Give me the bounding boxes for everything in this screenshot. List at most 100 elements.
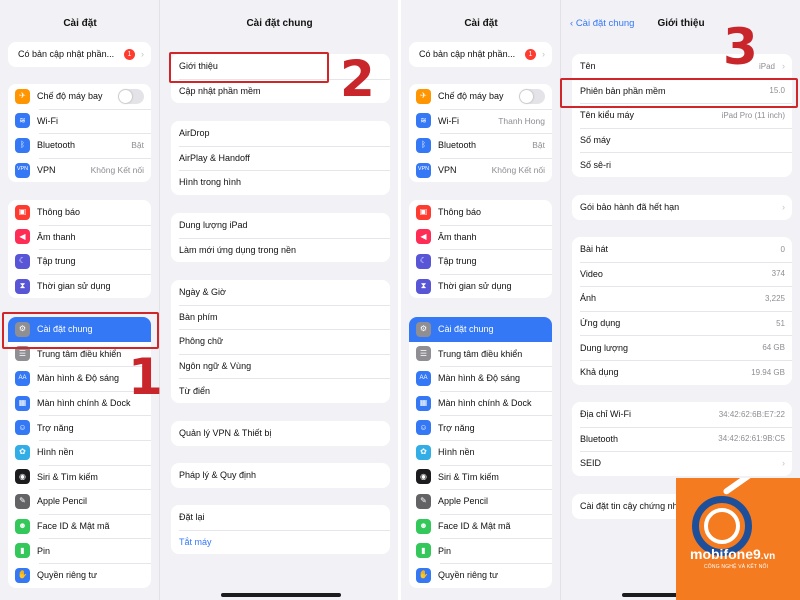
battery-icon: ▮ — [15, 543, 30, 559]
row-label: Từ điển — [179, 385, 211, 396]
row-label: Tắt máy — [179, 536, 212, 547]
sidebar-item-screen-time[interactable]: ⧗ Thời gian sử dụng — [409, 273, 552, 299]
sidebar-item-label: Thông báo — [37, 207, 81, 218]
airdrop-row[interactable]: AirDrop — [171, 121, 390, 146]
face-id-icon: ☻ — [15, 518, 30, 534]
sidebar-item-face-id[interactable]: ☻ Face ID & Mật mã — [8, 513, 151, 539]
network-row-bluetooth: Bluetooth 34:42:62:61:9B:C5 — [572, 426, 792, 452]
sidebar-item-accessibility[interactable]: ☺ Trợ năng — [8, 415, 151, 440]
update-badge: 1 — [124, 48, 135, 60]
wifi-icon: ≋ — [416, 113, 431, 129]
stats-row-songs: Bài hát 0 — [572, 237, 792, 262]
step-number-1: 1 — [128, 348, 163, 406]
sidebar-item-label: Hình nền — [438, 447, 475, 458]
storage-group: Dung lượng iPad Làm mới ứng dụng trong n… — [171, 213, 390, 263]
sidebar-item-apple-pencil[interactable]: ✎ Apple Pencil — [8, 489, 151, 514]
airplane-mode-toggle[interactable] — [118, 88, 144, 104]
network-row-seid[interactable]: SEID › — [572, 451, 792, 476]
vpn-status: Không Kết nối — [90, 165, 144, 176]
sidebar-item-screen-time[interactable]: ⧗ Thời gian sử dụng — [8, 273, 151, 299]
connectivity-group: ✈ Chế độ máy bay ≋ Wi-Fi Thanh Hong ᛒ Bl… — [409, 84, 552, 183]
privacy-icon: ✋ — [15, 567, 30, 583]
notifications-icon: ▣ — [15, 204, 30, 220]
sidebar-item-label: Chế độ máy bay — [438, 91, 504, 102]
sidebar-item-siri[interactable]: ◉ Siri & Tìm kiếm — [409, 464, 552, 490]
sidebar-item-label: Âm thanh — [438, 231, 477, 242]
picture-in-picture-row[interactable]: Hình trong hình — [171, 170, 390, 195]
sidebar-item-privacy[interactable]: ✋ Quyền riêng tư — [409, 562, 552, 588]
ipad-storage-row[interactable]: Dung lượng iPad — [171, 213, 390, 238]
reset-row[interactable]: Đặt lại — [171, 505, 390, 530]
software-update-banner[interactable]: Có bản cập nhật phần... 1 › — [8, 42, 151, 67]
airplay-handoff-row[interactable]: AirPlay & Handoff — [171, 145, 390, 171]
sidebar-item-sounds[interactable]: ◀ Âm thanh — [8, 224, 151, 250]
sidebar-item-focus[interactable]: ☾ Tập trung — [409, 249, 552, 274]
legal-regulatory-row[interactable]: Pháp lý & Quy định — [171, 463, 390, 488]
sidebar-item-wifi[interactable]: ≋ Wi-Fi — [8, 108, 151, 134]
sidebar-item-wifi[interactable]: ≋ Wi-Fi Thanh Hong — [409, 108, 552, 134]
date-time-row[interactable]: Ngày & Giờ — [171, 280, 390, 305]
sidebar-item-general[interactable]: ⚙ Cài đặt chung — [8, 317, 151, 342]
battery-icon: ▮ — [416, 543, 431, 559]
sidebar-item-privacy[interactable]: ✋ Quyền riêng tư — [8, 562, 151, 588]
row-value: 51 — [776, 318, 785, 328]
sidebar-item-label: Pin — [438, 545, 452, 556]
sidebar-item-control-center[interactable]: ☰ Trung tâm điều khiển — [409, 342, 552, 367]
shut-down-row[interactable]: Tắt máy — [171, 529, 390, 555]
bluetooth-status: Bật — [532, 140, 545, 151]
airplane-mode-toggle[interactable] — [519, 88, 545, 104]
sidebar-item-label: Bluetooth — [438, 140, 477, 151]
siri-icon: ◉ — [15, 469, 30, 485]
row-value: 34:42:62:61:9B:C5 — [718, 434, 785, 444]
sidebar-item-label: Cài đặt chung — [37, 324, 93, 335]
locale-group: Ngày & Giờ Bàn phím Phông chữ Ngôn ngữ &… — [171, 280, 390, 403]
sidebar-item-bluetooth[interactable]: ᛒ Bluetooth Bật — [409, 133, 552, 158]
left-screenshot: Cài đặt Có bản cập nhật phần... 1 › ✈ Ch… — [0, 0, 398, 600]
info-row-name[interactable]: Tên iPad › — [572, 54, 792, 79]
home-indicator — [221, 593, 341, 597]
bluetooth-icon: ᛒ — [15, 137, 30, 153]
update-group: Có bản cập nhật phần... 1 › — [8, 42, 151, 67]
stats-row-available: Khả dụng 19.94 GB — [572, 359, 792, 385]
update-label: Có bản cập nhật phần... — [419, 49, 516, 60]
warranty-row[interactable]: Gói bảo hành đã hết hạn › — [572, 195, 792, 220]
sidebar-item-vpn[interactable]: VPN VPN Không Kết nối — [409, 157, 552, 183]
row-label: Phông chữ — [179, 336, 224, 347]
sidebar-item-focus[interactable]: ☾ Tập trung — [8, 249, 151, 274]
dictionary-row[interactable]: Từ điển — [171, 378, 390, 403]
vpn-device-management-row[interactable]: Quản lý VPN & Thiết bị — [171, 421, 390, 446]
sidebar-item-bluetooth[interactable]: ᛒ Bluetooth Bật — [8, 133, 151, 158]
siri-icon: ◉ — [416, 469, 431, 485]
stats-row-photos: Ảnh 3,225 — [572, 286, 792, 311]
software-update-banner[interactable]: Có bản cập nhật phần... 1 › — [409, 42, 552, 67]
detail-title: Giới thiệu — [657, 18, 705, 29]
sidebar-item-battery[interactable]: ▮ Pin — [8, 538, 151, 563]
sidebar-item-apple-pencil[interactable]: ✎ Apple Pencil — [409, 489, 552, 514]
sidebar-item-label: Màn hình chính & Dock — [438, 398, 532, 409]
sidebar-item-home-screen[interactable]: ▦ Màn hình chính & Dock — [409, 390, 552, 416]
sidebar-item-accessibility[interactable]: ☺ Trợ năng — [409, 415, 552, 440]
control-center-icon: ☰ — [416, 346, 431, 362]
sidebar-item-battery[interactable]: ▮ Pin — [409, 538, 552, 563]
background-refresh-row[interactable]: Làm mới ứng dụng trong nền — [171, 237, 390, 263]
sidebar-item-airplane-mode[interactable]: ✈ Chế độ máy bay — [409, 84, 552, 109]
sidebar-item-wallpaper[interactable]: ✿ Hình nền — [8, 439, 151, 465]
sidebar-item-sounds[interactable]: ◀ Âm thanh — [409, 224, 552, 250]
fonts-row[interactable]: Phông chữ — [171, 329, 390, 354]
language-region-row[interactable]: Ngôn ngữ & Vùng — [171, 353, 390, 379]
sidebar-item-siri[interactable]: ◉ Siri & Tìm kiếm — [8, 464, 151, 490]
sidebar-item-notifications[interactable]: ▣ Thông báo — [8, 200, 151, 225]
apple-pencil-icon: ✎ — [15, 493, 30, 509]
keyboard-row[interactable]: Bàn phím — [171, 304, 390, 330]
sidebar-item-airplane-mode[interactable]: ✈ Chế độ máy bay — [8, 84, 151, 109]
sidebar-item-vpn[interactable]: VPN VPN Không Kết nối — [8, 157, 151, 183]
sidebar-item-wallpaper[interactable]: ✿ Hình nền — [409, 439, 552, 465]
sidebar-item-face-id[interactable]: ☻ Face ID & Mật mã — [409, 513, 552, 539]
sidebar-item-label: VPN — [438, 165, 457, 176]
sidebar-item-display[interactable]: AA Màn hình & Độ sáng — [409, 366, 552, 391]
row-label: Tên kiểu máy — [580, 110, 635, 121]
sidebar-item-notifications[interactable]: ▣ Thông báo — [409, 200, 552, 225]
row-label: Số máy — [580, 135, 611, 146]
sidebar-item-general[interactable]: ⚙ Cài đặt chung — [409, 317, 552, 342]
row-label: Gói bảo hành đã hết hạn — [580, 202, 680, 213]
